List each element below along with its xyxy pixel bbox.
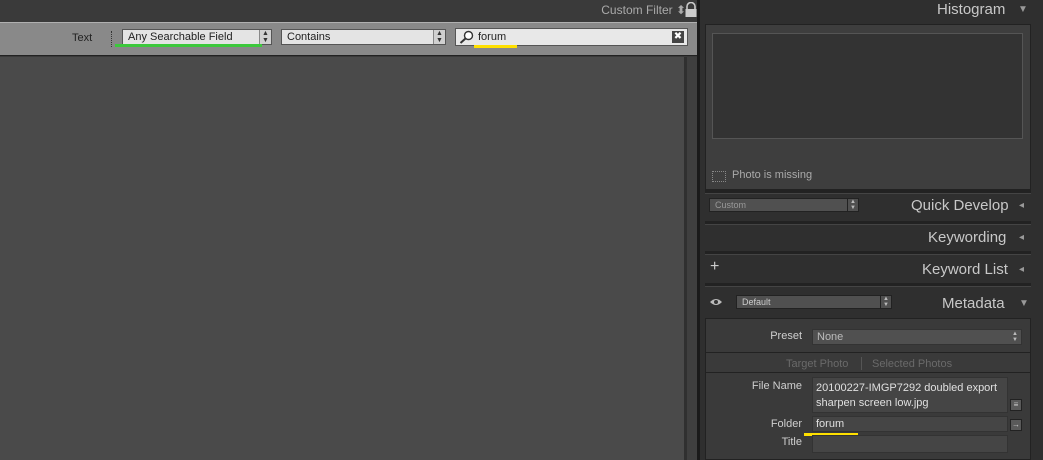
file-name-field[interactable]: 20100227-IMGP7292 doubled export sharpen… — [812, 377, 1008, 413]
metadata-title[interactable]: Metadata — [942, 295, 1005, 312]
dropdown-arrows-icon: ▲ ▼ — [847, 199, 858, 211]
photo-missing-icon — [712, 171, 726, 182]
searchable-field-dropdown[interactable]: Any Searchable Field ▲ ▼ — [122, 29, 272, 45]
quick-develop-preset-dropdown[interactable]: Custom ▲ ▼ — [709, 198, 859, 212]
text-filter-label: Text — [72, 32, 93, 44]
file-name-line-1: 20100227-IMGP7292 doubled export — [816, 382, 998, 394]
search-value-highlight — [474, 45, 517, 48]
custom-filter-menu[interactable]: Custom Filter ⬍ — [601, 3, 686, 17]
quick-develop-title[interactable]: Quick Develop — [911, 197, 1009, 214]
title-field[interactable] — [812, 435, 1008, 453]
searchable-field-value: Any Searchable Field — [128, 31, 233, 43]
expand-triangle-icon[interactable]: ◂ — [1019, 232, 1024, 243]
panel-separator — [705, 372, 1031, 373]
go-to-folder-icon[interactable]: → — [1010, 419, 1022, 431]
drag-grip[interactable] — [111, 31, 114, 47]
metadata-view-value: Default — [742, 297, 771, 307]
folder-value: forum — [816, 418, 845, 430]
dropdown-arrows-icon: ▲ ▼ — [259, 30, 271, 44]
file-name-label: File Name — [751, 380, 802, 392]
file-name-line-2: sharpen screen low.jpg — [816, 397, 929, 409]
panel-separator — [705, 190, 1031, 194]
keywording-title[interactable]: Keywording — [928, 229, 1006, 246]
selected-photos-tab[interactable]: Selected Photos — [872, 358, 952, 370]
panel-separator — [705, 352, 1031, 353]
add-keyword-icon[interactable]: + — [710, 258, 719, 276]
dropdown-arrows-icon: ▲ ▼ — [1012, 331, 1018, 343]
collapse-triangle-icon[interactable]: ▼ — [1019, 298, 1029, 309]
tab-divider — [861, 357, 862, 370]
match-rule-dropdown[interactable]: Contains ▲ ▼ — [281, 29, 446, 45]
histogram-title[interactable]: Histogram — [937, 1, 1005, 18]
panel-separator — [705, 221, 1031, 225]
search-icon[interactable] — [459, 30, 475, 44]
metadata-view-dropdown[interactable]: Default ▲ ▼ — [736, 295, 892, 309]
match-rule-value: Contains — [287, 31, 331, 43]
panel-separator — [705, 283, 1031, 287]
target-photo-tab[interactable]: Target Photo — [786, 358, 848, 370]
quick-develop-preset-value: Custom — [715, 200, 747, 210]
thumbnail-grid[interactable] — [0, 57, 684, 460]
metadata-preset-value: None — [817, 331, 844, 343]
library-filter-bar: Text Any Searchable Field ▲ ▼ Contains ▲ ▼… — [0, 22, 700, 56]
clear-search-icon[interactable]: ✖ — [672, 31, 684, 43]
list-icon[interactable]: ≡ — [1010, 399, 1022, 411]
histogram-display — [712, 33, 1023, 139]
eye-icon[interactable] — [709, 297, 723, 307]
folder-field[interactable]: forum — [812, 416, 1008, 432]
preset-label: Preset — [770, 330, 802, 342]
expand-triangle-icon[interactable]: ◂ — [1019, 200, 1024, 211]
title-label: Title — [781, 436, 802, 448]
search-input-value[interactable]: forum — [478, 31, 506, 43]
photo-missing-text: Photo is missing — [732, 169, 813, 181]
metadata-preset-dropdown[interactable]: None ▲ ▼ — [812, 329, 1022, 345]
keyword-list-title[interactable]: Keyword List — [922, 261, 1008, 278]
panel-separator — [705, 251, 1031, 255]
expand-triangle-icon[interactable]: ◂ — [1019, 264, 1024, 275]
filter-top-strip: Custom Filter ⬍ — [0, 0, 700, 22]
collapse-triangle-icon[interactable]: ▼ — [1018, 4, 1028, 15]
text-search-field[interactable]: forum ✖ — [455, 28, 688, 46]
folder-label: Folder — [770, 418, 802, 430]
field-dropdown-highlight — [115, 44, 262, 47]
lock-icon[interactable] — [684, 2, 698, 18]
dropdown-arrows-icon: ▲ ▼ — [433, 30, 445, 44]
dropdown-arrows-icon: ▲ ▼ — [880, 296, 891, 308]
